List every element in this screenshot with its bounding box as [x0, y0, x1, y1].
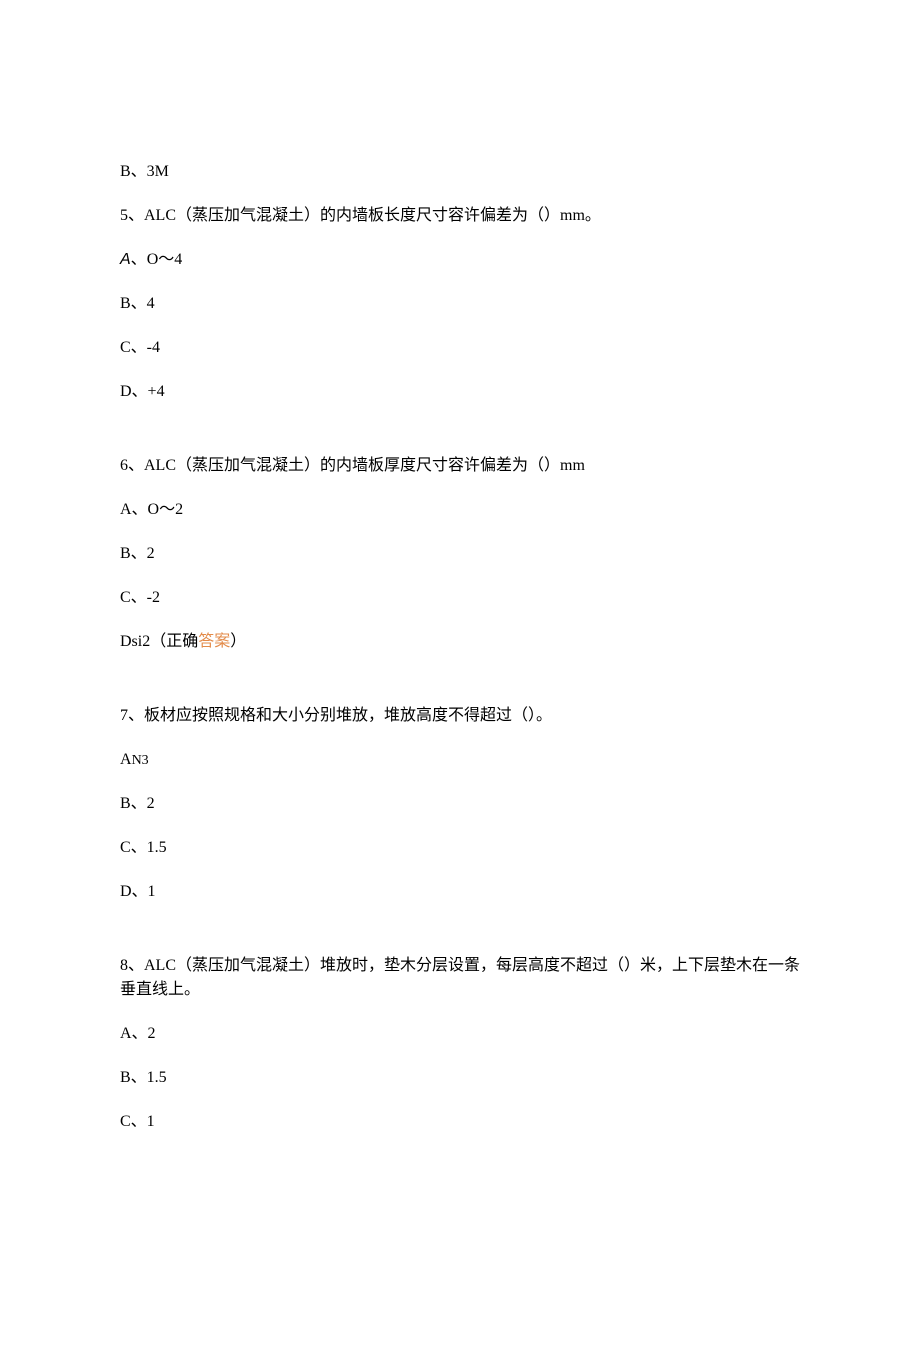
q6-option-a: A、O～2 [120, 498, 800, 522]
q8-option-a: A、2 [120, 1022, 800, 1046]
q7-option-a-suffix: N3 [132, 753, 149, 768]
q5-option-c: C、-4 [120, 336, 800, 360]
q7-stem: 7、板材应按照规格和大小分别堆放，堆放高度不得超过（）。 [120, 704, 800, 728]
q7-option-a-letter: A [120, 751, 132, 768]
document-page: B、3M 5、ALC（蒸压加气混凝土）的内墙板长度尺寸容许偏差为（）mm。 A、… [0, 0, 920, 1354]
q6-option-b: B、2 [120, 542, 800, 566]
q5-option-a-value: O～4 [147, 251, 183, 268]
q7-option-a: AN3 [120, 748, 800, 772]
q6-option-d: Dsi2（正确答案） [120, 630, 800, 654]
q6-option-d-paren-close: ） [230, 633, 246, 650]
q7-option-b: B、2 [120, 792, 800, 816]
q6-option-c: C、-2 [120, 586, 800, 610]
q7-option-c: C、1.5 [120, 836, 800, 860]
q6-answer-label: 答案 [198, 633, 230, 650]
q5-option-a-punct: 、 [131, 251, 147, 268]
orphan-option-b: B、3M [120, 160, 800, 184]
q5-option-a-letter: A [120, 251, 131, 268]
q5-option-d: D、+4 [120, 380, 800, 404]
q5-option-b: B、4 [120, 292, 800, 316]
q6-option-d-prefix: Dsi2 [120, 633, 150, 650]
q8-option-b: B、1.5 [120, 1066, 800, 1090]
q5-stem: 5、ALC（蒸压加气混凝土）的内墙板长度尺寸容许偏差为（）mm。 [120, 204, 800, 228]
q5-option-a: A、O～4 [120, 248, 800, 272]
q8-option-c: C、1 [120, 1110, 800, 1134]
q6-option-d-paren-open: （正确 [150, 633, 198, 650]
q8-stem: 8、ALC（蒸压加气混凝土）堆放时，垫木分层设置，每层高度不超过（）米，上下层垫… [120, 954, 800, 1002]
q7-option-d: D、1 [120, 880, 800, 904]
q6-stem: 6、ALC（蒸压加气混凝土）的内墙板厚度尺寸容许偏差为（）mm [120, 454, 800, 478]
